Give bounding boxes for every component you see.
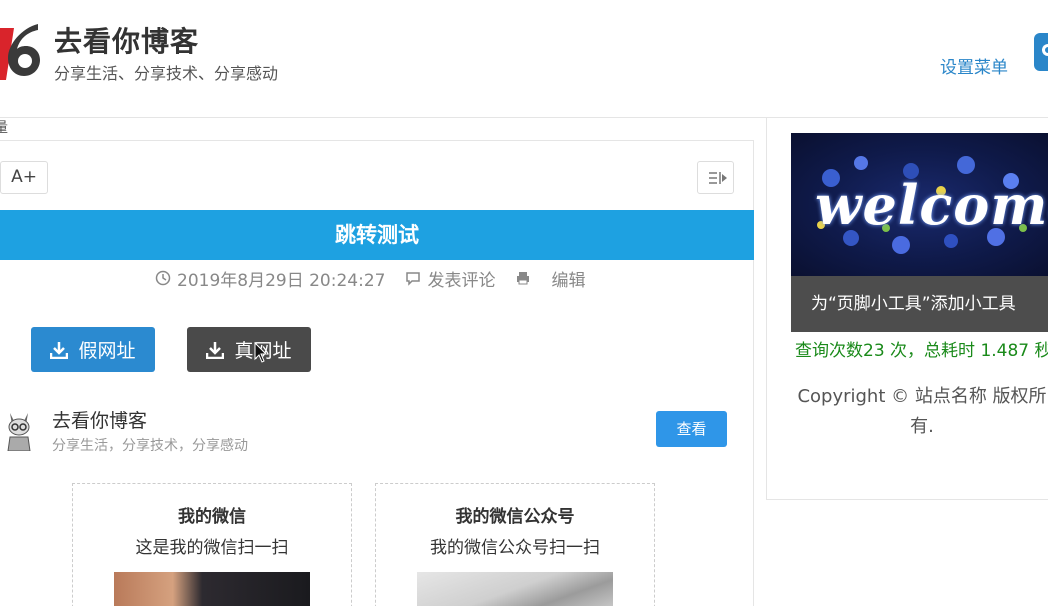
search-icon	[1042, 44, 1048, 56]
sidebar: welcome 为“页脚小工具”添加小工具 查询次数23 次，总耗时 1.487…	[766, 118, 1048, 500]
query-stats: 查询次数23 次，总耗时 1.487 秒	[795, 341, 1048, 361]
comment-link[interactable]: 发表评论	[427, 266, 495, 291]
download-icon	[206, 341, 225, 359]
toc-icon	[709, 172, 727, 184]
wechat-official-qr-box: 我的微信公众号 我的微信公众号扫一扫	[375, 483, 655, 606]
post-date: 2019年8月29日 20:24:27	[177, 270, 386, 291]
logo-six-icon[interactable]	[0, 20, 42, 80]
fake-url-label: 假网址	[78, 340, 136, 362]
qr-image	[417, 572, 613, 606]
edit-link[interactable]: 编辑	[551, 266, 585, 291]
clock-icon	[155, 270, 171, 286]
qr-title: 我的微信	[178, 507, 246, 527]
fake-url-button[interactable]: 假网址	[31, 327, 155, 372]
welcome-text: welcome	[815, 173, 1048, 237]
toc-toggle-button[interactable]	[697, 161, 734, 194]
search-toggle-button[interactable]	[1034, 33, 1048, 71]
font-size-button[interactable]: A+	[0, 161, 48, 194]
qr-title: 我的微信公众号	[455, 507, 575, 527]
view-author-button[interactable]: 查看	[656, 411, 727, 447]
avatar[interactable]	[4, 409, 34, 451]
author-box: 去看你博客 分享生活，分享技术，分享感动 查看	[0, 401, 755, 461]
widget-caption: 为“页脚小工具”添加小工具	[791, 276, 1048, 332]
wechat-qr-box: 我的微信 这是我的微信扫一扫	[72, 483, 352, 606]
author-name[interactable]: 去看你博客	[52, 406, 147, 433]
set-menu-link[interactable]: 设置菜单	[940, 53, 1008, 78]
article-title: 跳转测试	[0, 210, 754, 260]
copyright-text: Copyright © 站点名称 版权所有.	[797, 386, 1047, 437]
site-title[interactable]: 去看你博客	[54, 20, 199, 60]
site-description: 分享生活、分享技术、分享感动	[54, 64, 279, 83]
clipped-text: 量	[0, 120, 8, 136]
article-meta: 2019年8月29日 20:24:27 发表评论 编辑	[155, 265, 585, 291]
real-url-button[interactable]: 真网址	[187, 327, 311, 372]
qr-subtitle: 这是我的微信扫一扫	[135, 538, 289, 558]
print-icon[interactable]	[515, 270, 531, 286]
author-description: 分享生活，分享技术，分享感动	[52, 438, 248, 454]
mouse-cursor-icon	[254, 342, 268, 363]
comment-icon	[406, 272, 421, 286]
site-header: 去看你博客 分享生活、分享技术、分享感动 设置菜单	[0, 0, 1048, 118]
qr-image	[114, 572, 310, 606]
qr-subtitle: 我的微信公众号扫一扫	[430, 538, 600, 558]
welcome-banner[interactable]: welcome	[791, 133, 1048, 276]
download-icon	[50, 341, 69, 359]
